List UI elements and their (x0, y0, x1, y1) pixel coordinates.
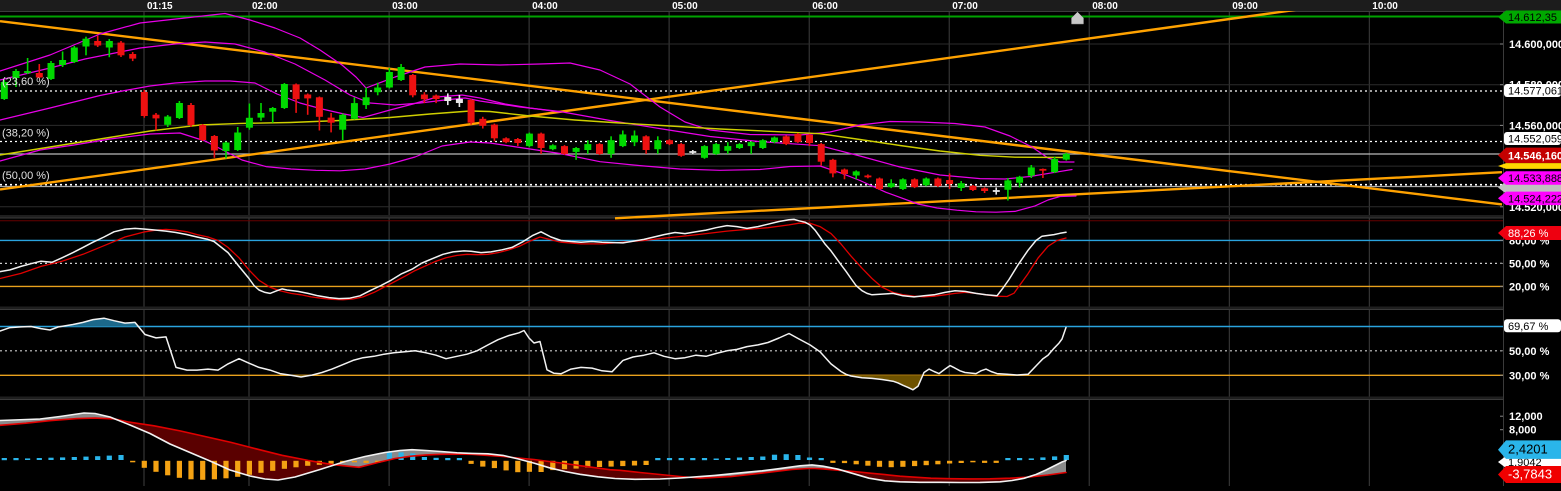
svg-text:14.552,059: 14.552,059 (1508, 134, 1561, 146)
svg-text:20,00 %: 20,00 % (1509, 281, 1550, 293)
svg-text:50,00 %: 50,00 % (1509, 346, 1550, 358)
svg-text:30,00 %: 30,00 % (1509, 370, 1550, 382)
svg-text:14.533,888: 14.533,888 (1508, 173, 1561, 185)
svg-text:88,26 %: 88,26 % (1508, 228, 1549, 240)
svg-text:8,000: 8,000 (1509, 425, 1537, 437)
svg-text:14.560,000: 14.560,000 (1509, 120, 1561, 132)
svg-text:10:00: 10:00 (1372, 1, 1398, 12)
svg-text:09:00: 09:00 (1232, 1, 1258, 12)
svg-text:2,4201: 2,4201 (1508, 442, 1548, 457)
svg-text:-3,7843: -3,7843 (1508, 467, 1552, 482)
svg-text:05:00: 05:00 (672, 1, 698, 12)
svg-text:08:00: 08:00 (1092, 1, 1118, 12)
svg-text:04:00: 04:00 (532, 1, 558, 12)
svg-text:14.600,000: 14.600,000 (1509, 39, 1561, 51)
svg-text:69,67 %: 69,67 % (1508, 321, 1549, 333)
svg-text:50,00 %: 50,00 % (1509, 258, 1550, 270)
svg-text:14.612,35: 14.612,35 (1508, 12, 1557, 24)
svg-text:12,000: 12,000 (1509, 411, 1543, 423)
svg-text:02:00: 02:00 (252, 1, 278, 12)
svg-text:03:00: 03:00 (392, 1, 418, 12)
svg-text:06:00: 06:00 (812, 1, 838, 12)
svg-text:(23,60 %): (23,60 %) (2, 76, 50, 88)
svg-text:07:00: 07:00 (952, 1, 978, 12)
svg-text:14.524,222: 14.524,222 (1508, 193, 1561, 205)
svg-text:01:15: 01:15 (147, 1, 173, 12)
svg-text:(50,00 %): (50,00 %) (2, 170, 50, 182)
svg-text:14.546,160: 14.546,160 (1508, 150, 1561, 162)
svg-text:(38,20 %): (38,20 %) (2, 128, 50, 140)
svg-text:14.577,061: 14.577,061 (1508, 86, 1561, 98)
